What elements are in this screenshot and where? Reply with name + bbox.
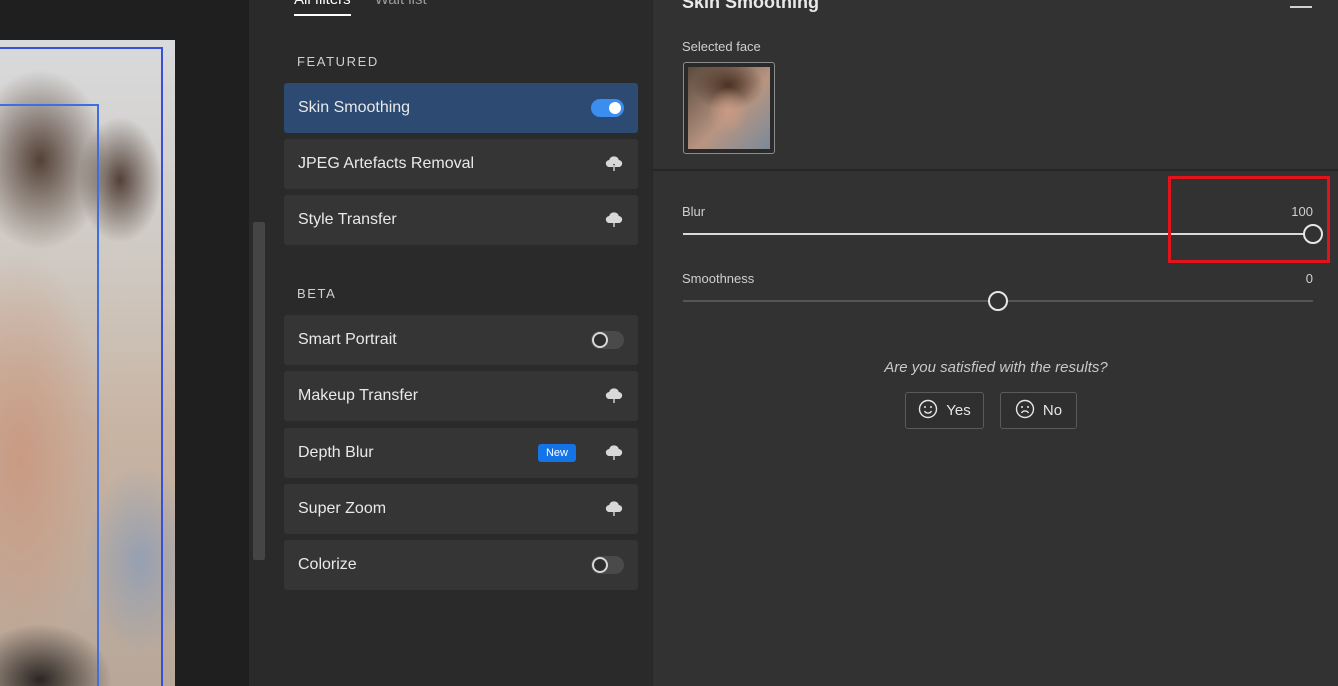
filter-item-smart-portrait[interactable]: Smart Portrait	[284, 315, 638, 365]
new-badge: New	[537, 444, 576, 462]
filter-item-label: Makeup Transfer	[298, 387, 419, 404]
canvas-scrollbar[interactable]	[249, 0, 271, 686]
filter-item-colorize[interactable]: Colorize	[284, 540, 638, 590]
filter-item-label: Super Zoom	[298, 500, 387, 517]
smoothness-slider-value: 0	[1305, 271, 1313, 286]
filter-item-label: Style Transfer	[298, 211, 397, 228]
scrollbar-thumb[interactable]	[253, 222, 265, 560]
toggle-switch-off[interactable]	[591, 556, 624, 574]
filter-item-makeup-transfer[interactable]: Makeup Transfer	[284, 371, 638, 421]
section-featured-title: FEATURED	[297, 54, 379, 69]
filter-item-super-zoom[interactable]: Super Zoom	[284, 484, 638, 534]
filter-settings-panel: Skin Smoothing Selected face Blur 100 Sm…	[652, 0, 1338, 686]
smoothness-slider-label: Smoothness	[682, 271, 755, 286]
frown-icon	[1015, 399, 1035, 423]
filter-item-label: Skin Smoothing	[298, 99, 411, 116]
panel-divider	[653, 169, 1338, 171]
image-canvas[interactable]	[0, 0, 249, 686]
smoothness-slider-knob[interactable]	[988, 291, 1008, 311]
yes-label: Yes	[946, 402, 971, 419]
no-feedback-button[interactable]: No	[1000, 392, 1077, 429]
yes-feedback-button[interactable]: Yes	[905, 392, 984, 429]
filters-panel: All filters Wait list FEATURED Skin Smoo…	[271, 0, 652, 686]
toggle-switch-off[interactable]	[591, 331, 624, 349]
filter-item-label: Smart Portrait	[298, 331, 397, 348]
filter-item-style-transfer[interactable]: Style Transfer	[284, 195, 638, 245]
filter-tabs: All filters Wait list	[294, 0, 427, 16]
highlight-annotation-box	[1168, 176, 1330, 263]
filter-item-label: Depth Blur	[298, 444, 374, 461]
filter-item-skin-smoothing[interactable]: Skin Smoothing	[284, 83, 638, 133]
filter-item-label: JPEG Artefacts Removal	[298, 155, 475, 172]
filter-item-depth-blur[interactable]: Depth Blur New	[284, 428, 638, 478]
cloud-download-icon[interactable]	[604, 210, 624, 230]
cloud-download-icon[interactable]	[604, 443, 624, 463]
face-detection-box-inner	[0, 104, 99, 686]
smile-icon	[918, 399, 938, 423]
tab-wait-list[interactable]: Wait list	[375, 0, 427, 16]
toggle-switch-on[interactable]	[591, 99, 624, 117]
panel-menu-icon[interactable]	[1290, 0, 1312, 8]
filter-item-label: Colorize	[298, 556, 357, 573]
blur-slider-label: Blur	[682, 204, 706, 219]
no-label: No	[1042, 402, 1063, 419]
tab-all-filters[interactable]: All filters	[294, 0, 351, 16]
cloud-download-icon[interactable]	[604, 386, 624, 406]
section-beta-title: BETA	[297, 286, 337, 301]
filter-item-jpeg-artefacts-removal[interactable]: JPEG Artefacts Removal	[284, 139, 638, 189]
satisfaction-question: Are you satisfied with the results?	[884, 359, 1108, 376]
cloud-download-icon[interactable]	[604, 154, 624, 174]
panel-title: Skin Smoothing	[682, 0, 819, 12]
face-thumbnail-image	[688, 67, 770, 149]
cloud-download-icon[interactable]	[604, 499, 624, 519]
selected-face-label: Selected face	[682, 39, 761, 54]
selected-face-thumbnail[interactable]	[683, 62, 775, 154]
